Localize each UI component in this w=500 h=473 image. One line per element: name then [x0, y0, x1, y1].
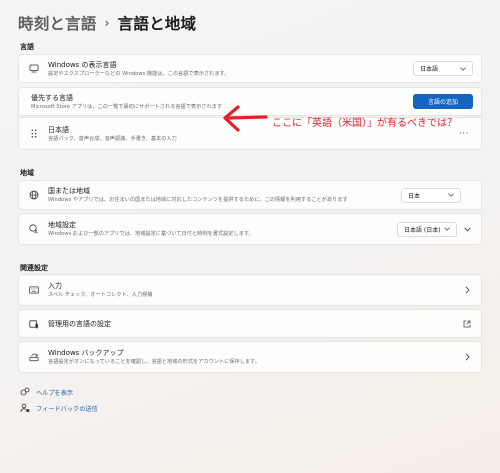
monitor-icon — [29, 64, 39, 74]
send-feedback-label: フィードバックの送信 — [36, 405, 98, 413]
get-help-link[interactable]: ヘルプを表示 — [20, 387, 73, 397]
send-feedback-link[interactable]: フィードバックの送信 — [20, 403, 98, 413]
breadcrumb-parent[interactable]: 時刻と言語 — [18, 12, 97, 34]
backup-icon — [29, 352, 39, 362]
expand-chevron-icon[interactable] — [459, 221, 475, 237]
svg-text:A: A — [34, 230, 38, 234]
input-settings-title: 入力 — [48, 282, 62, 290]
windows-backup-title: Windows バックアップ — [48, 349, 124, 357]
drag-handle-icon[interactable] — [29, 129, 39, 139]
display-language-title: Windows の表示言語 — [48, 60, 117, 69]
country-region-title: 国または地域 — [48, 187, 90, 195]
chevron-down-icon — [444, 227, 450, 231]
regional-format-subtitle: Windows および一部のアプリでは、地域設定に基づいて日付と時刻を書式設定し… — [48, 231, 254, 237]
chevron-right-icon — [459, 282, 475, 298]
display-language-value: 日本語 — [420, 66, 439, 73]
external-link-icon — [459, 316, 475, 332]
display-language-card: Windows の表示言語 設定やエクスプローラーなどの Windows 機能は… — [18, 54, 482, 83]
page-title: 言語と地域 — [117, 15, 197, 33]
input-settings-card[interactable]: 入力 スペル チェック、オートコレクト、入力候補 — [18, 274, 482, 306]
admin-language-settings-title: 管理用の言語の設定 — [48, 319, 111, 328]
japanese-language-subtitle: 言語パック、音声合成、音声認識、手書き、基本の入力 — [48, 135, 177, 142]
regional-format-value: 日本語 (日本) — [404, 226, 441, 234]
breadcrumb-separator-icon: › — [104, 16, 110, 30]
country-region-dropdown[interactable]: 日本 — [401, 187, 461, 203]
regional-format-icon: A — [29, 224, 39, 234]
input-settings-subtitle: スペル チェック、オートコレクト、入力候補 — [48, 292, 153, 298]
regional-format-title: 地域設定 — [48, 221, 76, 229]
get-help-label: ヘルプを表示 — [36, 389, 74, 397]
section-label-related-settings: 関連設定 — [20, 264, 48, 272]
annotation-text: ここに「英語（米国）」が有るべきでは？ — [272, 118, 457, 129]
windows-backup-card[interactable]: Windows バックアップ 言語設定がオンになっていることを確認し、言語と地域… — [18, 341, 482, 373]
red-arrow-annotation-icon — [223, 105, 268, 132]
preferred-languages-title: 優先する言語 — [31, 93, 73, 102]
country-region-card: 国または地域 Windows やアプリでは、お住まいの国または地域に対応したコン… — [18, 180, 482, 210]
regional-format-card[interactable]: A 地域設定 Windows および一部のアプリでは、地域設定に基づいて日付と時… — [18, 213, 482, 245]
chevron-right-icon — [459, 349, 475, 365]
breadcrumb: 時刻と言語 › 言語と地域 — [18, 12, 196, 34]
admin-shield-icon — [29, 319, 39, 329]
display-language-subtitle: 設定やエクスプローラーなどの Windows 機能は、この言語で表示されます。 — [48, 70, 230, 77]
feedback-icon — [20, 403, 30, 412]
section-label-region: 地域 — [20, 169, 34, 177]
country-region-value: 日本 — [408, 192, 421, 200]
keyboard-icon — [29, 285, 39, 295]
admin-language-settings-card[interactable]: 管理用の言語の設定 — [18, 309, 482, 338]
country-region-subtitle: Windows やアプリでは、お住まいの国または地域に対応したコンテンツを提供す… — [48, 197, 348, 203]
add-language-button[interactable]: 言語の追加 — [413, 94, 473, 109]
windows-backup-subtitle: 言語設定がオンになっていることを確認し、言語と地域の形式をアカウントに保存します… — [48, 359, 260, 365]
more-options-icon[interactable]: ··· — [459, 129, 469, 139]
chevron-down-icon — [460, 66, 466, 71]
section-label-language: 言語 — [20, 43, 34, 51]
chevron-down-icon — [448, 193, 454, 197]
globe-icon — [29, 190, 39, 200]
display-language-dropdown[interactable]: 日本語 — [413, 61, 473, 76]
regional-format-dropdown[interactable]: 日本語 (日本) — [397, 221, 457, 237]
help-icon — [20, 387, 30, 396]
